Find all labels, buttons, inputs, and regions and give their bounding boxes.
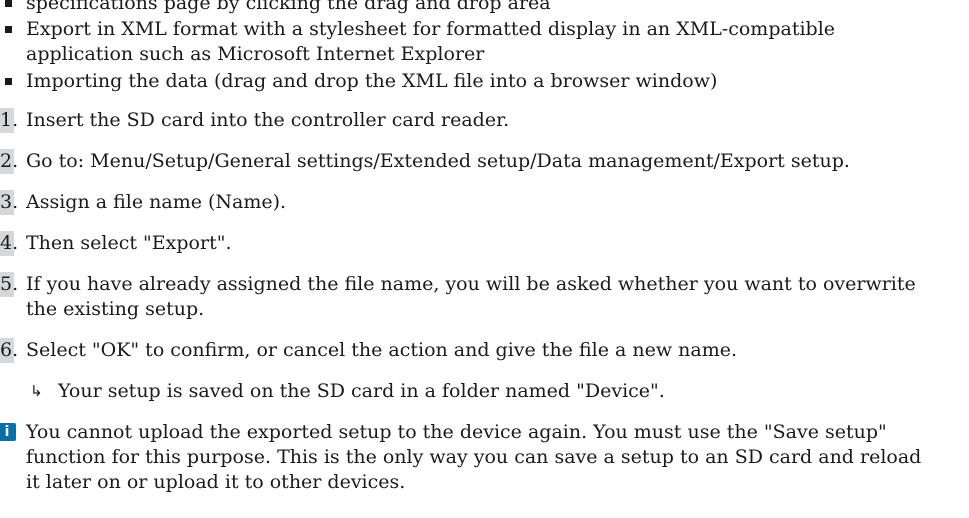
document-page: specifications page by clicking the drag… [0,0,969,495]
step-number: 6. [0,339,19,361]
step-number: 5. [0,273,19,295]
note-line: You cannot upload the exported setup to … [26,421,887,443]
step-item: 6. Select "OK" to confirm, or cancel the… [0,338,969,363]
result-text: Your setup is saved on the SD card in a … [58,380,665,402]
bullet-marker [5,0,12,7]
step-text: Insert the SD card into the controller c… [26,109,510,131]
info-note: i You cannot upload the exported setup t… [0,420,969,495]
bullet-text-continued: application such as Microsoft Internet E… [26,43,485,65]
step-text-continued: the existing setup. [26,298,205,320]
step-text: Assign a file name (Name). [26,191,287,213]
step-item: 1. Insert the SD card into the controlle… [0,108,969,133]
list-item: Importing the data (drag and drop the XM… [0,69,969,94]
step-item: 3. Assign a file name (Name). [0,190,969,215]
step-item: 2. Go to: Menu/Setup/General settings/Ex… [0,149,969,174]
step-number: 3. [0,191,19,213]
partial-bullet: specifications page by clicking the drag… [0,0,969,16]
info-icon: i [0,423,16,441]
note-line: it later on or upload it to other device… [26,471,406,493]
bullet-marker [5,26,12,33]
step-result: ↳ Your setup is saved on the SD card in … [0,379,969,404]
note-line: function for this purpose. This is the o… [26,446,922,468]
step-number: 2. [0,150,19,172]
step-item: 5. If you have already assigned the file… [0,272,969,322]
step-number: 4. [0,232,19,254]
step-list: 1. Insert the SD card into the controlle… [0,108,969,363]
step-item: 4. Then select "Export". [0,231,969,256]
bullet-text: Importing the data (drag and drop the XM… [26,70,718,92]
step-number: 1. [0,109,19,131]
intro-partial-text: specifications page by clicking the drag… [26,0,551,14]
step-text: Select "OK" to confirm, or cancel the ac… [26,339,738,361]
bullet-list: Export in XML format with a stylesheet f… [0,17,969,94]
bullet-marker [5,78,12,85]
result-arrow-icon: ↳ [30,382,43,400]
step-text: Then select "Export". [26,232,232,254]
list-item: Export in XML format with a stylesheet f… [0,17,969,67]
step-text: Go to: Menu/Setup/General settings/Exten… [26,150,850,172]
bullet-text: Export in XML format with a stylesheet f… [26,18,836,40]
step-text: If you have already assigned the file na… [26,273,916,295]
